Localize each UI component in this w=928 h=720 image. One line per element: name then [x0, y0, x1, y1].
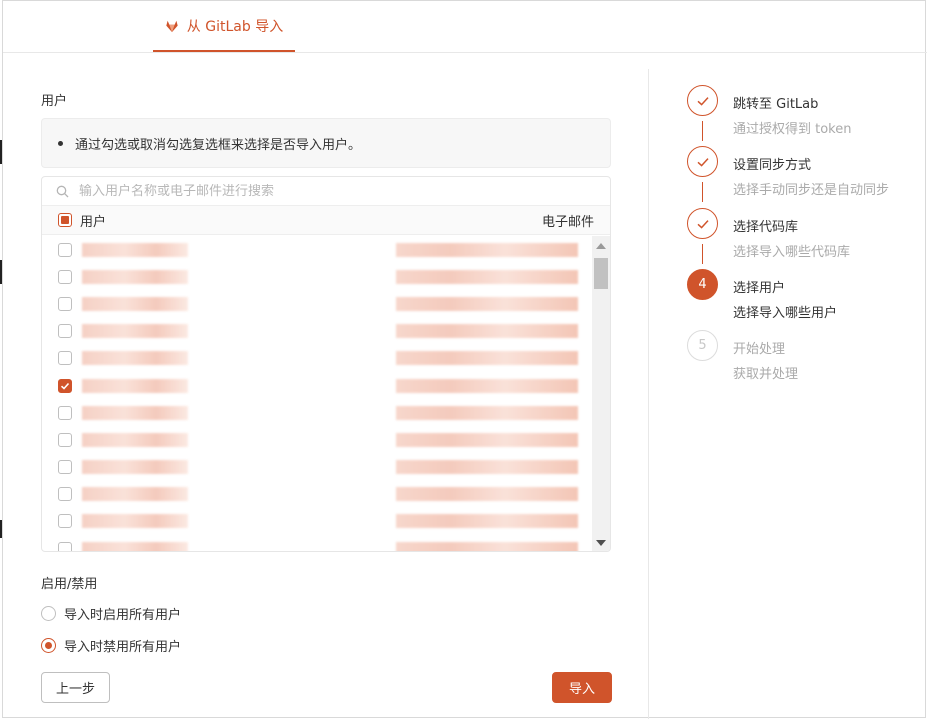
redacted-username: [82, 432, 188, 447]
redacted-email: [396, 487, 578, 502]
search-icon: [56, 185, 69, 197]
step-description: 选择手动同步还是自动同步: [733, 183, 890, 198]
info-tip: 通过勾选或取消勾选复选框来选择是否导入用户。: [41, 118, 611, 168]
redacted-username: [82, 541, 188, 551]
step-connector: [702, 244, 703, 264]
search-input[interactable]: [79, 183, 559, 199]
redacted-email: [396, 405, 578, 420]
prev-step-button[interactable]: 上一步: [41, 672, 110, 703]
step-title: 跳转至 GitLab: [733, 97, 819, 112]
redacted-email: [396, 351, 578, 366]
import-button[interactable]: 导入: [552, 672, 612, 703]
redacted-username: [82, 460, 188, 475]
gitlab-icon: [166, 20, 178, 32]
radio-button[interactable]: [41, 606, 56, 621]
radio-enable-all[interactable]: 导入时启用所有用户: [41, 604, 181, 623]
radio-label: 导入时禁用所有用户: [64, 640, 182, 655]
toggle-section-title: 启用/禁用: [41, 577, 98, 592]
redacted-username: [82, 514, 188, 529]
row-checkbox[interactable]: [58, 405, 72, 420]
row-checkbox[interactable]: [58, 460, 72, 475]
table-row[interactable]: [42, 399, 594, 426]
table-row[interactable]: [42, 372, 594, 399]
scrollbar[interactable]: [592, 236, 610, 551]
redacted-email: [396, 514, 578, 529]
user-list: [42, 236, 594, 551]
step-title: 开始处理: [733, 342, 786, 357]
step-title: 选择代码库: [733, 220, 799, 235]
row-checkbox[interactable]: [58, 541, 72, 551]
tip-text: 通过勾选或取消勾选复选框来选择是否导入用户。: [75, 137, 362, 153]
redacted-email: [396, 541, 578, 551]
row-checkbox[interactable]: [58, 514, 72, 529]
radio-button[interactable]: [41, 638, 56, 653]
table-row[interactable]: [42, 426, 594, 453]
table-row[interactable]: [42, 345, 594, 372]
select-all-checkbox[interactable]: [58, 213, 72, 227]
divider: [648, 69, 649, 719]
redacted-username: [82, 296, 188, 311]
redacted-email: [396, 242, 578, 257]
tab-gitlab-import[interactable]: 从 GitLab 导入: [153, 1, 295, 52]
radio-label: 导入时启用所有用户: [64, 608, 182, 623]
row-checkbox[interactable]: [58, 351, 72, 366]
search-bar: [42, 177, 610, 206]
table-row[interactable]: [42, 236, 594, 263]
table-header: 用户 电子邮件: [42, 206, 610, 235]
table-row[interactable]: [42, 508, 594, 535]
redacted-email: [396, 460, 578, 475]
scroll-up-arrow-icon[interactable]: [596, 243, 606, 249]
check-icon: [687, 85, 718, 116]
bullet-icon: [58, 140, 63, 146]
table-row[interactable]: [42, 263, 594, 290]
step-number: 5: [687, 330, 718, 361]
row-checkbox[interactable]: [58, 242, 72, 257]
redacted-username: [82, 324, 188, 339]
redacted-email: [396, 378, 578, 393]
tab-label: 从 GitLab 导入: [186, 18, 284, 35]
redacted-username: [82, 405, 188, 420]
row-checkbox[interactable]: [58, 432, 72, 447]
step-description: 获取并处理: [733, 367, 799, 382]
step-description: 选择导入哪些用户: [733, 306, 838, 321]
row-checkbox[interactable]: [58, 487, 72, 502]
step-connector: [702, 121, 703, 141]
step-connector: [702, 182, 703, 202]
step-title: 选择用户: [733, 281, 786, 296]
redacted-username: [82, 487, 188, 502]
user-column-header: 用户: [80, 214, 107, 230]
redacted-email: [396, 324, 578, 339]
step-description: 通过授权得到 token: [733, 122, 852, 137]
row-checkbox[interactable]: [58, 324, 72, 339]
step-title: 设置同步方式: [733, 158, 812, 173]
email-column-header: 电子邮件: [541, 214, 594, 230]
scroll-down-arrow-icon[interactable]: [596, 540, 606, 546]
row-checkbox[interactable]: [58, 378, 72, 393]
check-icon: [687, 146, 718, 177]
table-row[interactable]: [42, 481, 594, 508]
radio-disable-all[interactable]: 导入时禁用所有用户: [41, 636, 181, 655]
redacted-email: [396, 296, 578, 311]
import-dialog: 从 GitLab 导入 用户 通过勾选或取消勾选复选框来选择是否导入用户。 用户…: [2, 0, 927, 719]
tab-bar: 从 GitLab 导入: [3, 1, 927, 53]
step-number: 4: [687, 269, 718, 300]
table-row[interactable]: [42, 318, 594, 345]
step-description: 选择导入哪些代码库: [733, 245, 851, 260]
scroll-thumb[interactable]: [594, 258, 608, 289]
redacted-username: [82, 242, 188, 257]
redacted-email: [396, 432, 578, 447]
user-picker: 用户 电子邮件: [41, 176, 611, 552]
redacted-username: [82, 269, 188, 284]
redacted-username: [82, 351, 188, 366]
row-checkbox[interactable]: [58, 269, 72, 284]
redacted-username: [82, 378, 188, 393]
check-icon: [687, 208, 718, 239]
table-row[interactable]: [42, 454, 594, 481]
table-row[interactable]: [42, 535, 594, 551]
table-row[interactable]: [42, 290, 594, 317]
redacted-email: [396, 269, 578, 284]
row-checkbox[interactable]: [58, 296, 72, 311]
users-section-title: 用户: [41, 94, 68, 109]
check-icon: [60, 382, 70, 390]
